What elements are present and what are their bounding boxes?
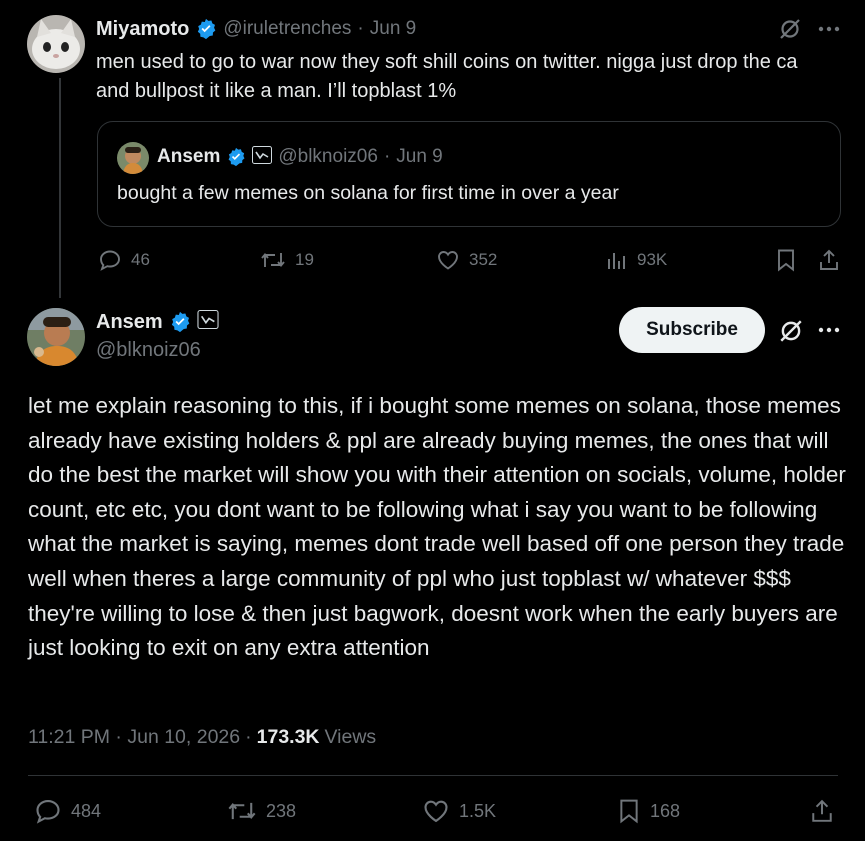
quote-avatar[interactable] [117, 142, 149, 174]
quote-author-handle: @blknoiz06 [278, 146, 378, 167]
quote-author-name: Ansem [157, 146, 221, 167]
author-handle[interactable]: @blknoiz06 [96, 339, 201, 362]
reply-count: 484 [71, 800, 102, 821]
retweet-icon [260, 248, 286, 272]
avatar-ansem[interactable] [27, 308, 85, 366]
share-icon[interactable] [818, 248, 840, 272]
verified-badge-icon [195, 18, 217, 40]
retweet-button[interactable]: 19 [260, 248, 314, 272]
reply-count: 46 [131, 250, 150, 269]
author-name[interactable]: Miyamoto [96, 18, 189, 41]
bookmark-count: 168 [650, 800, 681, 821]
like-button[interactable]: 352 [436, 248, 497, 272]
more-icon[interactable] [817, 323, 841, 337]
retweet-icon [227, 797, 257, 825]
views-icon [606, 248, 628, 272]
grok-icon[interactable] [778, 17, 802, 41]
quote-tweet-card[interactable] [97, 121, 841, 227]
views-count: 93K [637, 250, 668, 269]
tweet-text: let me explain reasoning to this, if i b… [28, 393, 846, 661]
grok-icon[interactable] [778, 318, 804, 344]
author-name[interactable]: Ansem [96, 311, 163, 334]
quote-date: Jun 9 [396, 146, 443, 167]
separator-dot: · [357, 18, 364, 39]
divider [28, 775, 838, 776]
affiliate-badge-icon [197, 310, 219, 334]
views-button[interactable]: 93K [606, 248, 667, 272]
subscribe-button[interactable]: Subscribe [619, 307, 765, 353]
thread-line [59, 78, 61, 298]
reply-button[interactable]: 484 [34, 797, 101, 825]
verified-badge-icon [169, 311, 191, 333]
views-count: 173.3K [256, 726, 320, 748]
tweet-text: men used to go to war now they soft shil… [96, 51, 798, 102]
like-icon [422, 797, 450, 825]
separator-dot: · [245, 726, 252, 748]
bookmark-icon [617, 797, 641, 825]
quote-text: bought a few memes on solana for first t… [117, 182, 619, 204]
affiliate-badge-icon [252, 145, 273, 169]
reply-icon [34, 797, 62, 825]
like-count: 352 [469, 250, 498, 269]
retweet-count: 238 [266, 800, 297, 821]
like-icon [436, 248, 460, 272]
retweet-count: 19 [295, 250, 314, 269]
reply-icon [98, 248, 122, 272]
views-label: Views [324, 726, 377, 748]
bookmark-button[interactable]: 168 [617, 797, 680, 825]
like-count: 1.5K [459, 800, 497, 821]
more-icon[interactable] [817, 22, 841, 36]
separator-dot: · [383, 146, 391, 167]
bookmark-icon[interactable] [775, 248, 797, 272]
verified-badge-icon [226, 147, 246, 167]
author-handle[interactable]: @iruletrenches [223, 18, 351, 40]
reply-button[interactable]: 46 [98, 248, 150, 272]
retweet-button[interactable]: 238 [227, 797, 296, 825]
tweet-date[interactable]: Jun 9 [370, 18, 416, 40]
share-icon[interactable] [810, 797, 834, 825]
like-button[interactable]: 1.5K [422, 797, 496, 825]
tweet-timestamp[interactable]: 11:21 PM · Jun 10, 2026 [28, 726, 240, 749]
avatar-miyamoto[interactable] [27, 15, 85, 73]
